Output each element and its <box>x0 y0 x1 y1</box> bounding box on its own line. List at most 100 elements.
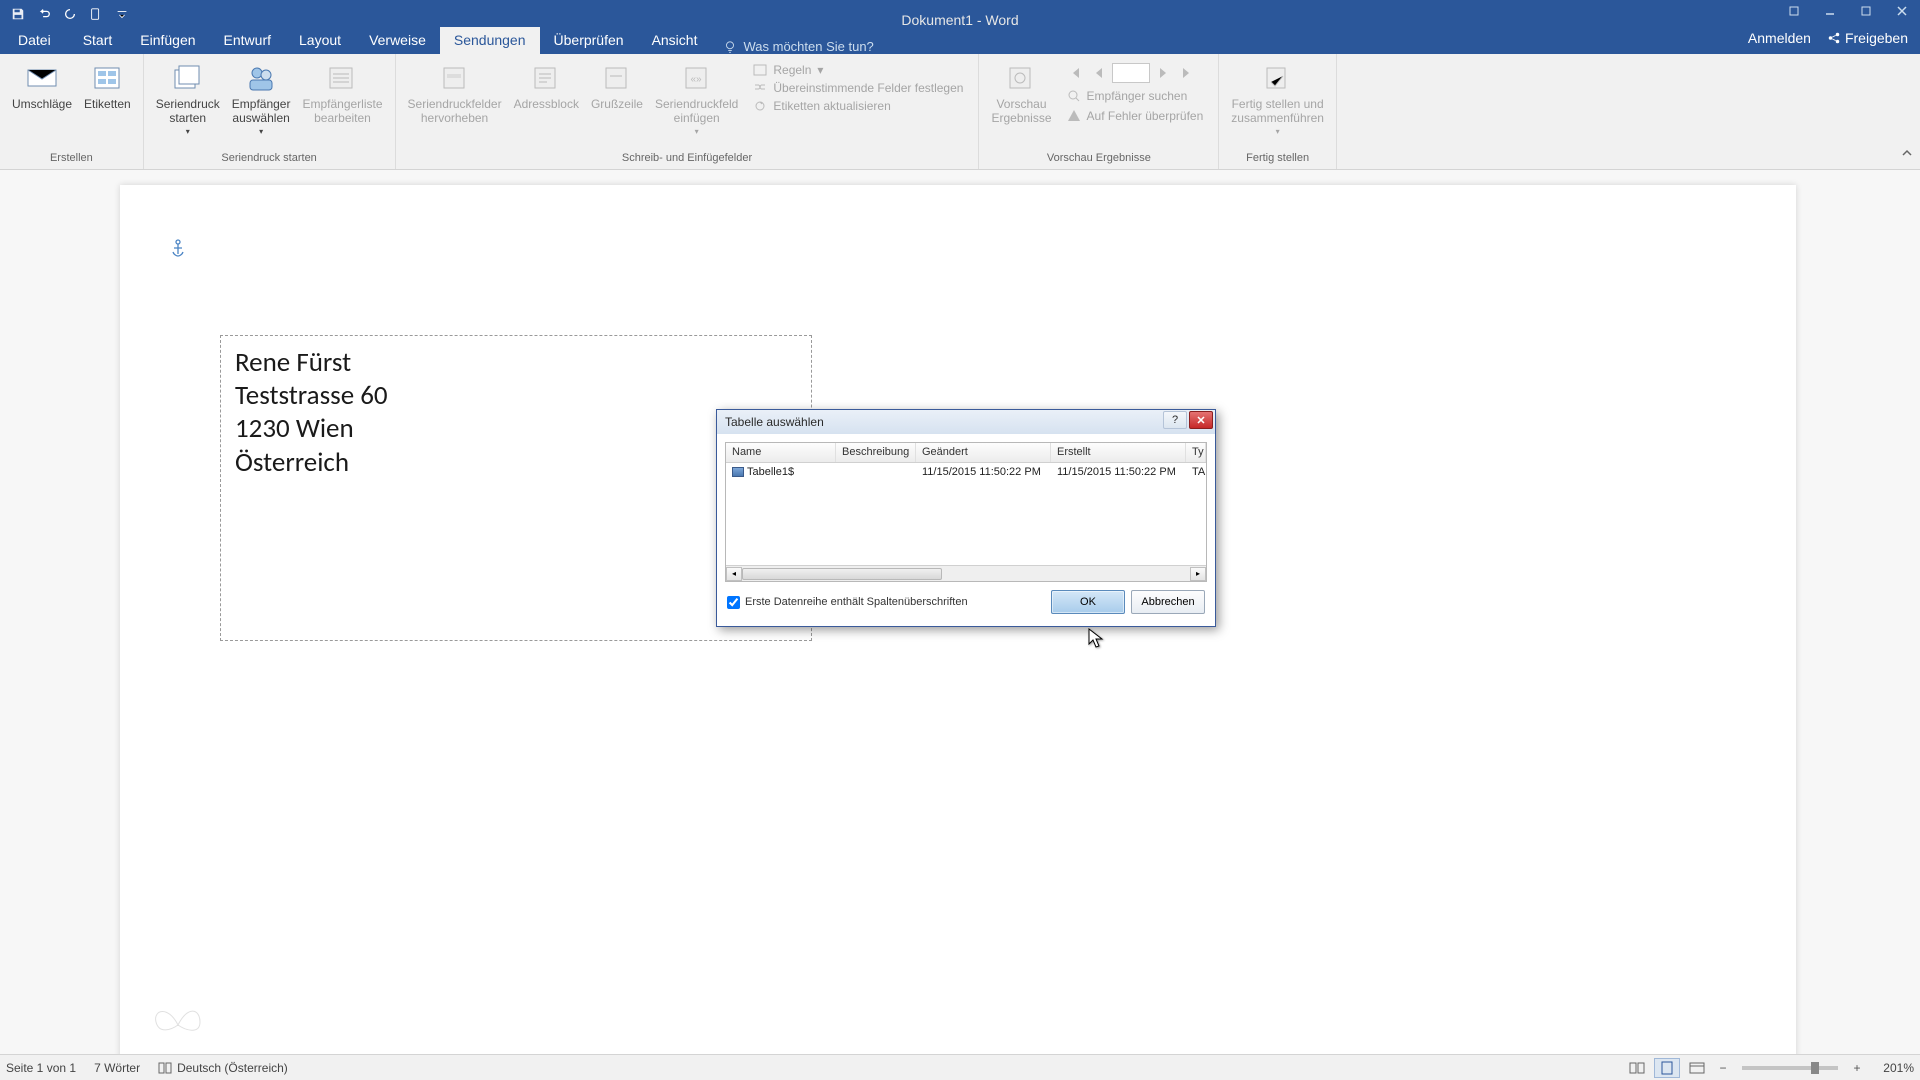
preview-icon <box>1003 60 1039 96</box>
checkbox-input[interactable] <box>727 596 740 609</box>
col-modified[interactable]: Geändert <box>916 443 1051 462</box>
rules-button: Regeln ▾ <box>750 62 966 78</box>
envelopes-button[interactable]: Umschläge <box>6 58 78 150</box>
group-start-merge: Seriendruck starten ▾ Empfänger auswähle… <box>144 54 396 169</box>
record-navigator <box>1064 62 1207 84</box>
envelope-icon <box>24 60 60 96</box>
maximize-icon[interactable] <box>1848 0 1884 22</box>
scroll-thumb[interactable] <box>742 568 942 580</box>
col-name[interactable]: Name <box>726 443 836 462</box>
horizontal-scrollbar[interactable]: ◂ ▸ <box>726 565 1206 581</box>
scroll-track[interactable] <box>742 567 1190 581</box>
prev-record-icon <box>1088 62 1110 84</box>
doc-line: Rene Fürst <box>235 346 797 379</box>
group-label-create: Erstellen <box>6 150 137 167</box>
butterfly-decoration <box>148 1000 208 1054</box>
tab-review[interactable]: Überprüfen <box>540 27 638 54</box>
scroll-left-icon[interactable]: ◂ <box>726 567 742 581</box>
first-row-headers-checkbox[interactable]: Erste Datenreihe enthält Spaltenüberschr… <box>727 596 968 609</box>
tab-file[interactable]: Datei <box>0 27 69 54</box>
tab-layout[interactable]: Layout <box>285 27 355 54</box>
quick-access-toolbar <box>0 0 140 28</box>
labels-button[interactable]: Etiketten <box>78 58 137 150</box>
zoom-out-button[interactable]: − <box>1714 1059 1732 1077</box>
group-label-fields: Schreib- und Einfügefelder <box>402 150 973 167</box>
highlight-icon <box>437 60 473 96</box>
close-icon[interactable] <box>1884 0 1920 22</box>
check-errors-button: Auf Fehler überprüfen <box>1064 108 1207 124</box>
chevron-down-icon: ▾ <box>1276 127 1280 136</box>
sign-in-link[interactable]: Anmelden <box>1748 30 1811 46</box>
save-icon[interactable] <box>8 4 28 24</box>
group-label-preview: Vorschau Ergebnisse <box>985 150 1212 167</box>
dialog-help-button[interactable]: ? <box>1163 411 1187 429</box>
ok-button[interactable]: OK <box>1051 590 1125 614</box>
last-record-icon <box>1176 62 1198 84</box>
zoom-in-button[interactable]: + <box>1848 1059 1866 1077</box>
group-label-start: Seriendruck starten <box>150 150 389 167</box>
table-row[interactable]: Tabelle1$ 11/15/2015 11:50:22 PM 11/15/2… <box>726 463 1206 481</box>
zoom-thumb[interactable] <box>1811 1062 1819 1074</box>
row-modified: 11/15/2015 11:50:22 PM <box>916 465 1051 479</box>
first-record-icon <box>1064 62 1086 84</box>
undo-icon[interactable] <box>34 4 54 24</box>
window-title: Dokument1 - Word <box>901 12 1018 28</box>
page-indicator[interactable]: Seite 1 von 1 <box>6 1061 76 1075</box>
col-type[interactable]: Ty <box>1186 443 1206 462</box>
doc-line: Teststrasse 60 <box>235 379 797 412</box>
scroll-right-icon[interactable]: ▸ <box>1190 567 1206 581</box>
row-desc <box>836 471 916 473</box>
window-controls <box>1776 0 1920 22</box>
chevron-down-icon: ▾ <box>695 127 699 136</box>
tab-mailings[interactable]: Sendungen <box>440 27 540 54</box>
language-indicator[interactable]: Deutsch (Österreich) <box>158 1061 288 1075</box>
collapse-ribbon-icon[interactable] <box>1900 146 1914 165</box>
minimize-icon[interactable] <box>1812 0 1848 22</box>
tell-me-search[interactable]: Was möchten Sie tun? <box>723 39 873 54</box>
finish-icon <box>1260 60 1296 96</box>
read-mode-icon[interactable] <box>1624 1058 1650 1078</box>
dialog-close-button[interactable]: ✕ <box>1189 411 1213 429</box>
dialog-title: Tabelle auswählen <box>725 415 824 429</box>
word-count[interactable]: 7 Wörter <box>94 1061 140 1075</box>
doc-line: Österreich <box>235 446 797 479</box>
record-number-input <box>1112 63 1150 83</box>
edit-recipients-button: Empfängerliste bearbeiten <box>296 58 388 150</box>
ribbon-display-options-icon[interactable] <box>1776 0 1812 22</box>
address-icon <box>528 60 564 96</box>
share-button[interactable]: Freigeben <box>1827 30 1908 46</box>
cancel-button[interactable]: Abbrechen <box>1131 590 1205 614</box>
dialog-titlebar[interactable]: Tabelle auswählen ? ✕ <box>717 410 1215 434</box>
select-recipients-button[interactable]: Empfänger auswählen ▾ <box>226 58 297 150</box>
tab-view[interactable]: Ansicht <box>638 27 712 54</box>
tell-me-placeholder: Was möchten Sie tun? <box>743 39 873 54</box>
account-area: Anmelden Freigeben <box>1748 30 1920 46</box>
tab-references[interactable]: Verweise <box>355 27 440 54</box>
select-table-dialog: Tabelle auswählen ? ✕ Name Beschreibung … <box>716 409 1216 627</box>
col-description[interactable]: Beschreibung <box>836 443 916 462</box>
share-label: Freigeben <box>1845 30 1908 46</box>
web-layout-icon[interactable] <box>1684 1058 1710 1078</box>
zoom-level[interactable]: 201% <box>1870 1061 1914 1075</box>
list-header: Name Beschreibung Geändert Erstellt Ty <box>726 443 1206 463</box>
col-created[interactable]: Erstellt <box>1051 443 1186 462</box>
table-list[interactable]: Name Beschreibung Geändert Erstellt Ty T… <box>725 442 1207 582</box>
zoom-slider[interactable] <box>1742 1066 1838 1070</box>
group-write-insert: Seriendruckfelder hervorheben Adressbloc… <box>396 54 980 169</box>
row-name: Tabelle1$ <box>747 466 794 478</box>
table-icon <box>732 467 744 477</box>
print-layout-icon[interactable] <box>1654 1058 1680 1078</box>
tab-insert[interactable]: Einfügen <box>126 27 209 54</box>
tab-start[interactable]: Start <box>69 27 127 54</box>
address-block-button: Adressblock <box>508 58 585 150</box>
recipients-icon <box>243 60 279 96</box>
row-type: TA <box>1186 465 1206 479</box>
redo-icon[interactable] <box>60 4 80 24</box>
start-mail-merge-button[interactable]: Seriendruck starten ▾ <box>150 58 226 150</box>
find-recipient-button: Empfänger suchen <box>1064 88 1207 104</box>
merge-field-icon: «» <box>679 60 715 96</box>
qat-more-icon[interactable] <box>112 4 132 24</box>
tab-design[interactable]: Entwurf <box>210 27 285 54</box>
mail-merge-icon <box>170 60 206 96</box>
touch-mode-icon[interactable] <box>86 4 106 24</box>
